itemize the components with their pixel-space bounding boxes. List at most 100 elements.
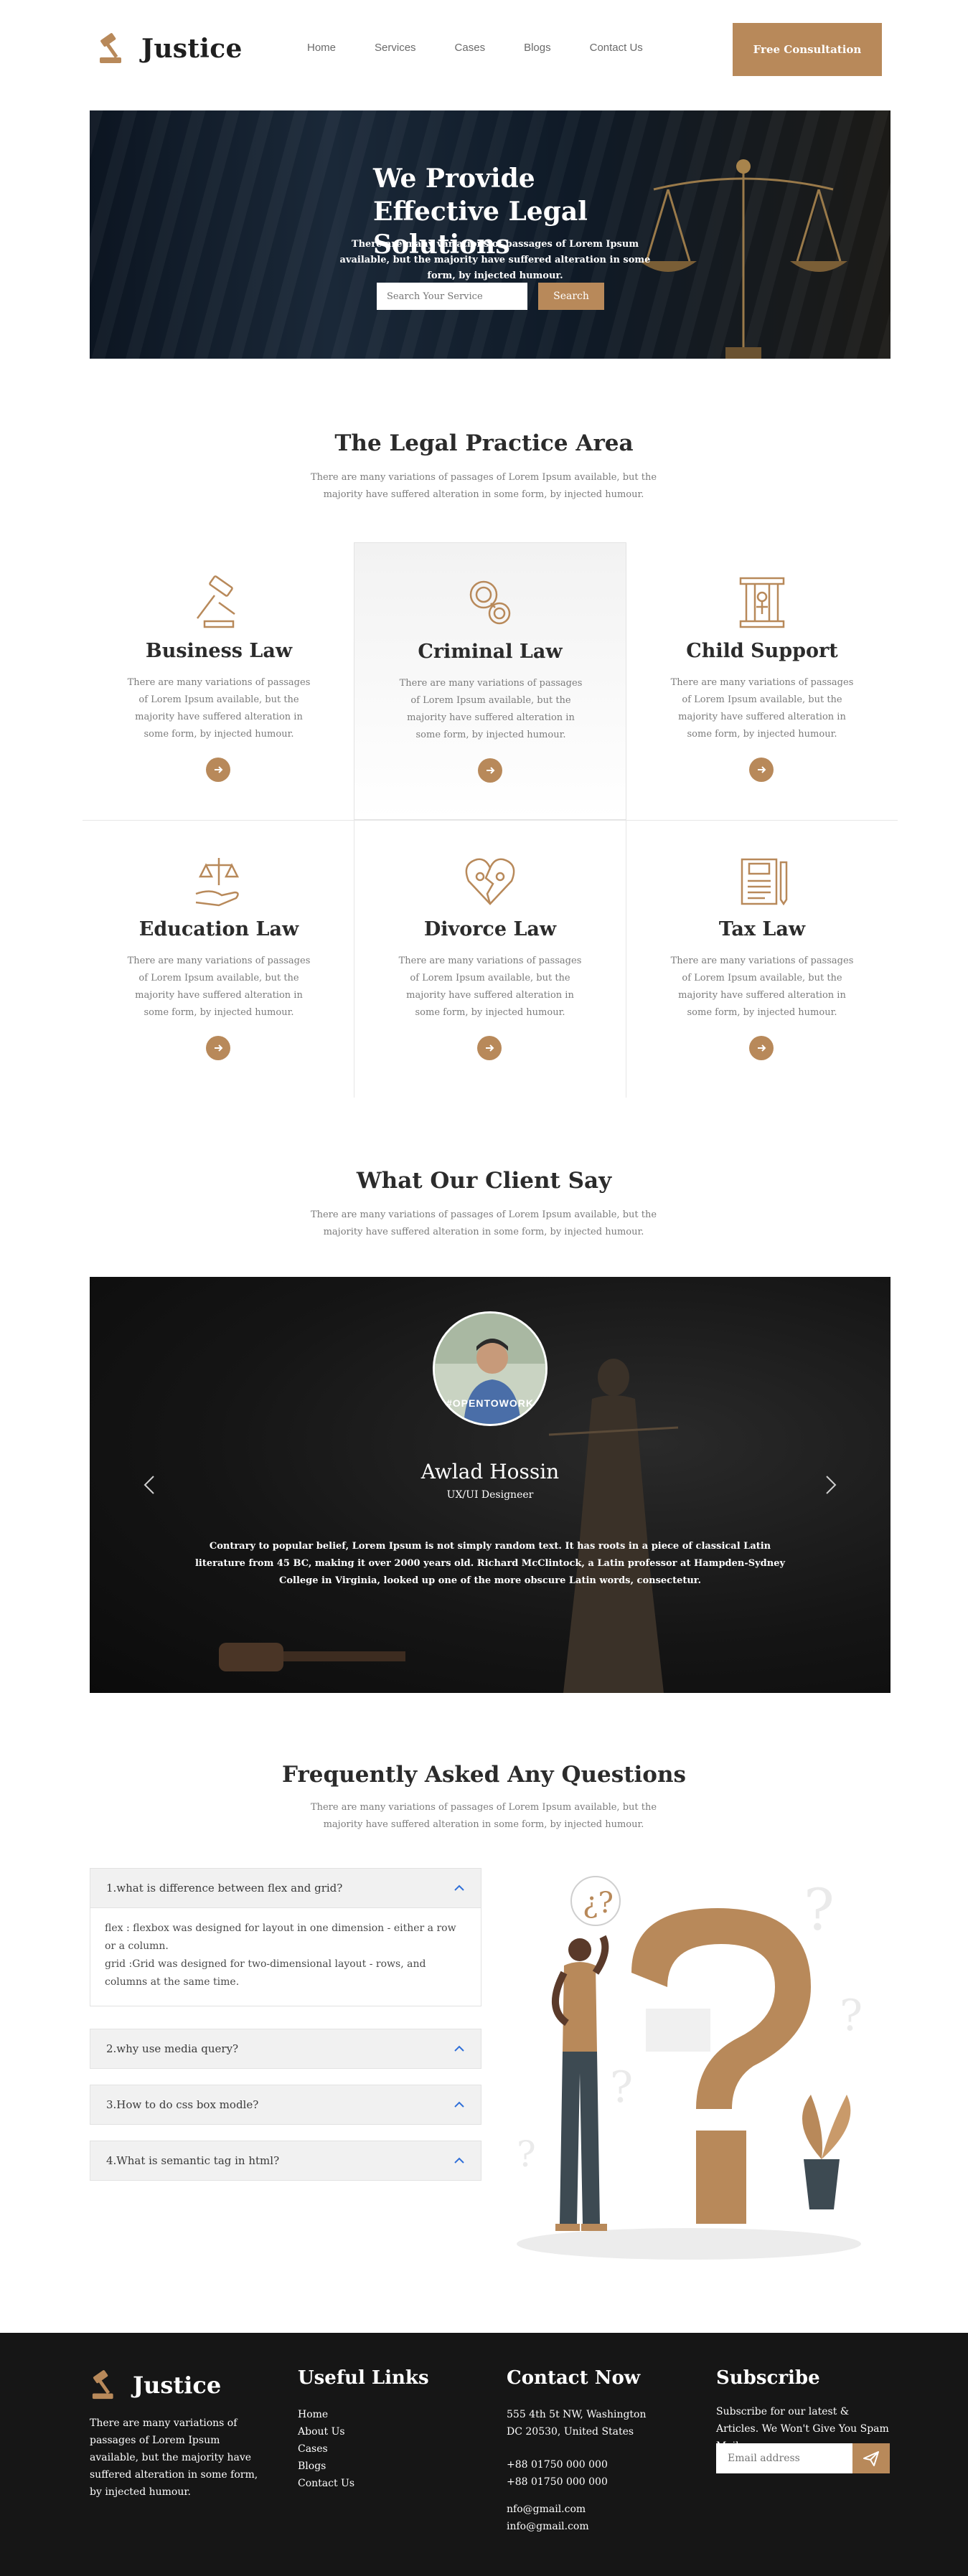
- faq-question-toggle[interactable]: 1.what is difference between flex and gr…: [90, 1869, 481, 1907]
- svg-text:?: ?: [610, 2062, 633, 2113]
- arrow-right-icon[interactable]: [477, 1036, 502, 1060]
- child-jail-icon: [739, 577, 785, 628]
- nav-link-cases[interactable]: Cases: [455, 42, 486, 54]
- footer-about-text: There are many variations of passages of…: [90, 2417, 258, 2498]
- practice-card-criminal-law[interactable]: Criminal Law There are many variations o…: [354, 542, 626, 820]
- tax-document-icon: [741, 858, 788, 906]
- svg-text:?: ?: [517, 2133, 536, 2175]
- practice-card-tax-law[interactable]: Tax Law There are many variations of pas…: [626, 821, 898, 1098]
- card-title: Business Law: [145, 640, 293, 662]
- card-title: Divorce Law: [423, 918, 557, 940]
- card-text: There are many variations of passages of…: [127, 677, 311, 740]
- svg-text:?: ?: [840, 1991, 863, 2041]
- svg-text:?: ?: [804, 1877, 835, 1943]
- arrow-right-icon[interactable]: [206, 758, 230, 782]
- footer-subscribe-title: Subscribe: [716, 2367, 820, 2389]
- practice-grid: Business Law There are many variations o…: [83, 542, 898, 1098]
- arrow-right-icon[interactable]: [478, 758, 502, 783]
- nav-link-services[interactable]: Services: [375, 42, 416, 54]
- nav-link-blogs[interactable]: Blogs: [524, 42, 551, 54]
- arrow-right-icon[interactable]: [206, 1036, 230, 1060]
- faq-section-subtitle: There are many variations of passages of…: [310, 1802, 657, 1830]
- footer-links-list: Home About Us Cases Blogs Contact Us: [298, 2406, 354, 2492]
- practice-card-divorce-law[interactable]: Divorce Law There are many variations of…: [354, 821, 626, 1098]
- practice-section-title: The Legal Practice Area: [334, 430, 634, 456]
- brand-name: Justice: [141, 34, 243, 64]
- gavel-icon: [100, 33, 121, 63]
- chevron-left-icon[interactable]: [138, 1471, 160, 1499]
- svg-text:¿?: ¿?: [583, 1887, 614, 1920]
- chevron-right-icon[interactable]: [820, 1471, 842, 1499]
- card-title: Education Law: [138, 918, 299, 940]
- footer-link-contact[interactable]: Contact Us: [298, 2478, 354, 2489]
- footer-phone[interactable]: +88 01750 000 000: [507, 2456, 608, 2473]
- gavel-icon: [197, 575, 235, 628]
- footer-email[interactable]: nfo@gmail.com: [507, 2501, 586, 2518]
- subscribe-email-input[interactable]: [716, 2443, 852, 2473]
- card-title: Criminal Law: [418, 641, 563, 663]
- faq-answer: flex : flexbox was designed for layout i…: [90, 1907, 481, 2006]
- faq-question: 1.what is difference between flex and gr…: [106, 1882, 343, 1895]
- nav-link-contact[interactable]: Contact Us: [590, 42, 643, 54]
- brand-logo[interactable]: Justice: [97, 32, 243, 66]
- card-text: There are many variations of passages of…: [398, 956, 582, 1018]
- practice-section-subtitle: There are many variations of passages of…: [310, 472, 657, 500]
- faq-answer-flex: flex : flexbox was designed for layout i…: [105, 1922, 456, 1952]
- faq-item: 3.How to do css box modle?: [90, 2085, 481, 2125]
- faq-answer-grid: grid :Grid was designed for two-dimensio…: [105, 1958, 426, 1988]
- chevron-up-icon: [454, 2157, 464, 2164]
- faq-question-toggle[interactable]: 2.why use media query?: [90, 2029, 481, 2068]
- faq-item: 1.what is difference between flex and gr…: [90, 1868, 481, 2006]
- client-photo: [435, 1313, 545, 1424]
- practice-card-child-support[interactable]: Child Support There are many variations …: [626, 542, 898, 820]
- client-name: Awlad Hossin: [420, 1460, 560, 1483]
- footer-link-cases[interactable]: Cases: [298, 2443, 328, 2455]
- footer-link-home[interactable]: Home: [298, 2409, 328, 2420]
- arrow-right-icon[interactable]: [749, 758, 774, 782]
- faq-question-toggle[interactable]: 3.How to do css box modle?: [90, 2085, 481, 2124]
- footer-brand-name: Justice: [133, 2372, 222, 2399]
- testimonial-slider: #OPENTOWORK Awlad Hossin UX/UI Designeer…: [90, 1277, 891, 1693]
- practice-card-education-law[interactable]: Education Law There are many variations …: [83, 821, 355, 1098]
- broken-heart-icon: [465, 858, 515, 905]
- footer-link-about[interactable]: About Us: [298, 2426, 345, 2438]
- nav-link-home[interactable]: Home: [307, 42, 336, 54]
- handcuffs-icon: [469, 580, 511, 625]
- footer-link-blogs[interactable]: Blogs: [298, 2461, 326, 2472]
- client-role: UX/UI Designeer: [446, 1489, 534, 1501]
- client-avatar: [433, 1311, 548, 1426]
- faq-section-title: Frequently Asked Any Questions: [282, 1762, 686, 1788]
- free-consultation-button[interactable]: Free Consultation: [733, 23, 882, 76]
- faq-item: 4.What is semantic tag in html?: [90, 2141, 481, 2181]
- search-button[interactable]: Search: [538, 283, 604, 310]
- card-text: There are many variations of passages of…: [399, 678, 583, 740]
- footer-phone[interactable]: +88 01750 000 000: [507, 2473, 608, 2491]
- footer-links-title: Useful Links: [298, 2367, 429, 2389]
- hero-subtitle: There are many variations of passages of…: [339, 239, 651, 281]
- faq-question-toggle[interactable]: 4.What is semantic tag in html?: [90, 2141, 481, 2180]
- card-title: Child Support: [686, 640, 838, 662]
- footer-email[interactable]: info@gmail.com: [507, 2518, 589, 2535]
- top-navbar: Justice Home Services Cases Blogs Contac…: [0, 0, 968, 98]
- faq-item: 2.why use media query?: [90, 2029, 481, 2069]
- card-text: There are many variations of passages of…: [670, 677, 854, 740]
- hero-banner: We Provide Effective Legal Solutions The…: [90, 110, 891, 359]
- chevron-up-icon: [454, 2045, 464, 2052]
- footer-contact-title: Contact Now: [507, 2367, 641, 2389]
- footer-address: 555 4th 5t NW, Washington DC 20530, Unit…: [507, 2409, 647, 2438]
- arrow-right-icon[interactable]: [749, 1036, 774, 1060]
- subscribe-send-button[interactable]: [852, 2443, 890, 2473]
- site-footer: Justice There are many variations of pas…: [0, 2333, 968, 2576]
- card-title: Tax Law: [718, 918, 806, 940]
- practice-card-business-law[interactable]: Business Law There are many variations o…: [83, 542, 355, 820]
- chevron-up-icon: [454, 1884, 464, 1891]
- gavel-icon: [92, 2370, 113, 2400]
- footer-brand-logo[interactable]: Justice: [90, 2369, 221, 2402]
- testimonial-section-subtitle: There are many variations of passages of…: [310, 1209, 657, 1237]
- service-search-input[interactable]: [377, 283, 527, 310]
- chevron-up-icon: [454, 2101, 464, 2108]
- lady-justice-image: [548, 1359, 679, 1693]
- client-quote: Contrary to popular belief, Lorem Ipsum …: [194, 1541, 786, 1586]
- question-mark-illustration: ? ? ? ? ¿?: [517, 1876, 863, 2260]
- faq-question: 2.why use media query?: [106, 2042, 239, 2055]
